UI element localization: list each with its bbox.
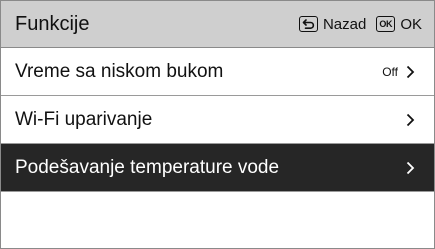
menu-item-label: Vreme sa niskom bukom bbox=[15, 60, 224, 82]
chevron-right-icon bbox=[406, 113, 416, 127]
menu-item-label: Podešavanje temperature vode bbox=[15, 156, 280, 178]
menu-item-water-temperature[interactable]: Podešavanje temperature vode bbox=[1, 144, 434, 192]
menu-item-label: Wi-Fi uparivanje bbox=[15, 108, 153, 130]
ok-label: OK bbox=[400, 15, 422, 33]
header-bar: Funkcije Nazad OK OK bbox=[1, 1, 434, 48]
chevron-right-icon bbox=[406, 161, 416, 175]
back-hint[interactable]: Nazad bbox=[298, 15, 367, 33]
chevron-right-icon bbox=[406, 65, 416, 79]
page-title: Funkcije bbox=[15, 12, 90, 35]
menu-item-wifi-pairing[interactable]: Wi-Fi uparivanje bbox=[1, 96, 434, 144]
functions-panel: Funkcije Nazad OK OK Vreme sa niskom buk… bbox=[0, 0, 435, 249]
menu-item-value: Off bbox=[382, 64, 398, 79]
back-arrow-icon bbox=[298, 16, 318, 32]
ok-hint[interactable]: OK OK bbox=[376, 16, 422, 33]
ok-key-icon: OK bbox=[376, 16, 396, 32]
menu-item-low-noise-time[interactable]: Vreme sa niskom bukom Off bbox=[1, 48, 434, 96]
back-label: Nazad bbox=[322, 15, 367, 33]
